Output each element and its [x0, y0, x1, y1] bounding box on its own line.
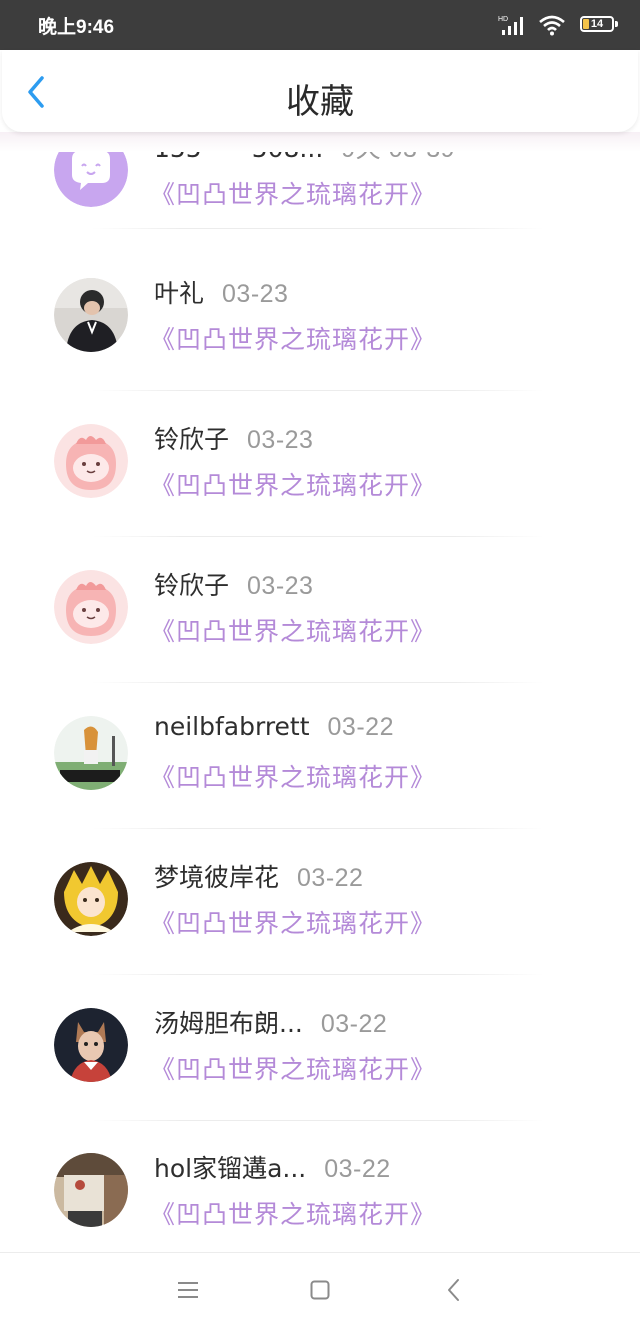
- user-name: hol家镏遘a...: [154, 1154, 307, 1183]
- book-title[interactable]: 《凹凸世界之琉璃花开》: [150, 904, 436, 940]
- menu-icon[interactable]: [178, 1281, 198, 1299]
- divider: [92, 682, 544, 683]
- favorite-date: 03-22: [297, 864, 364, 892]
- item-header: 铃欣子 03-23: [154, 420, 313, 456]
- header-shadow: [0, 132, 640, 152]
- list-item[interactable]: 叶礼 03-23 《凹凸世界之琉璃花开》: [0, 278, 640, 424]
- user-name: neilbfabrrett: [154, 712, 310, 741]
- item-header: 梦境彼岸花 03-22: [154, 858, 363, 894]
- user-name: 铃欣子: [154, 425, 230, 454]
- book-title[interactable]: 《凹凸世界之琉璃花开》: [150, 1050, 436, 1086]
- avatar[interactable]: [54, 278, 128, 352]
- divider: [92, 390, 544, 391]
- item-header: 汤姆胆布朗... 03-22: [154, 1004, 387, 1040]
- list-item[interactable]: neilbfabrrett 03-22 《凹凸世界之琉璃花开》: [0, 712, 640, 862]
- avatar[interactable]: [54, 1153, 128, 1227]
- item-header: 铃欣子 03-23: [154, 566, 313, 602]
- avatar-photo: [54, 1153, 128, 1227]
- favorite-date: 03-22: [327, 713, 394, 741]
- list-item[interactable]: 汤姆胆布朗... 03-22 《凹凸世界之琉璃花开》: [0, 1008, 640, 1154]
- avatar-photo: [54, 278, 128, 352]
- book-title[interactable]: 《凹凸世界之琉璃花开》: [150, 1195, 436, 1231]
- list-item[interactable]: hol家镏遘a... 03-22 《凹凸世界之琉璃花开》: [0, 1153, 640, 1252]
- avatar-photo: [54, 716, 128, 790]
- favorite-date: 03-22: [324, 1155, 391, 1183]
- divider: [92, 974, 544, 975]
- avatar[interactable]: [54, 716, 128, 790]
- page-title: 收藏: [286, 82, 354, 122]
- favorites-list[interactable]: 155****508...9天 03-39 《凹凸世界之琉璃花开》 叶礼 03-2…: [0, 0, 640, 1252]
- pink-creature-icon: [54, 424, 128, 498]
- user-name: 汤姆胆布朗...: [154, 1009, 303, 1038]
- favorite-date: 03-23: [222, 280, 289, 308]
- pink-creature-icon: [54, 570, 128, 644]
- book-title[interactable]: 《凹凸世界之琉璃花开》: [150, 320, 436, 356]
- home-square-icon[interactable]: [310, 1280, 330, 1300]
- item-header: 叶礼 03-23: [154, 274, 288, 310]
- system-nav-bar: [0, 1252, 640, 1331]
- avatar[interactable]: [54, 570, 128, 644]
- user-name: 铃欣子: [154, 571, 230, 600]
- list-item[interactable]: 155****508...9天 03-39 《凹凸世界之琉璃花开》: [0, 133, 640, 279]
- divider: [92, 228, 544, 229]
- book-title[interactable]: 《凹凸世界之琉璃花开》: [150, 466, 436, 502]
- header: 收藏: [2, 50, 638, 132]
- divider: [92, 536, 544, 537]
- favorite-date: 03-23: [247, 426, 314, 454]
- avatar-photo: [54, 1008, 128, 1082]
- battery-level: 14: [590, 18, 604, 30]
- avatar-photo: [54, 862, 128, 936]
- item-header: hol家镏遘a... 03-22: [154, 1149, 391, 1185]
- list-item[interactable]: 梦境彼岸花 03-22 《凹凸世界之琉璃花开》: [0, 862, 640, 1008]
- book-title[interactable]: 《凹凸世界之琉璃花开》: [150, 175, 436, 211]
- avatar[interactable]: [54, 1008, 128, 1082]
- book-title[interactable]: 《凹凸世界之琉璃花开》: [150, 612, 436, 648]
- avatar[interactable]: [54, 862, 128, 936]
- divider: [92, 828, 544, 829]
- user-name: 叶礼: [154, 279, 205, 308]
- item-header: neilbfabrrett 03-22: [154, 712, 394, 742]
- list-item[interactable]: 铃欣子 03-23 《凹凸世界之琉璃花开》: [0, 570, 640, 716]
- favorite-date: 03-22: [320, 1010, 388, 1038]
- favorite-date: 03-23: [247, 572, 314, 600]
- divider: [92, 1120, 544, 1121]
- list-item[interactable]: 铃欣子 03-23 《凹凸世界之琉璃花开》: [0, 424, 640, 570]
- avatar[interactable]: [54, 424, 128, 498]
- user-name: 梦境彼岸花: [154, 863, 280, 892]
- book-title[interactable]: 《凹凸世界之琉璃花开》: [150, 758, 436, 794]
- back-triangle-icon[interactable]: [446, 1277, 462, 1303]
